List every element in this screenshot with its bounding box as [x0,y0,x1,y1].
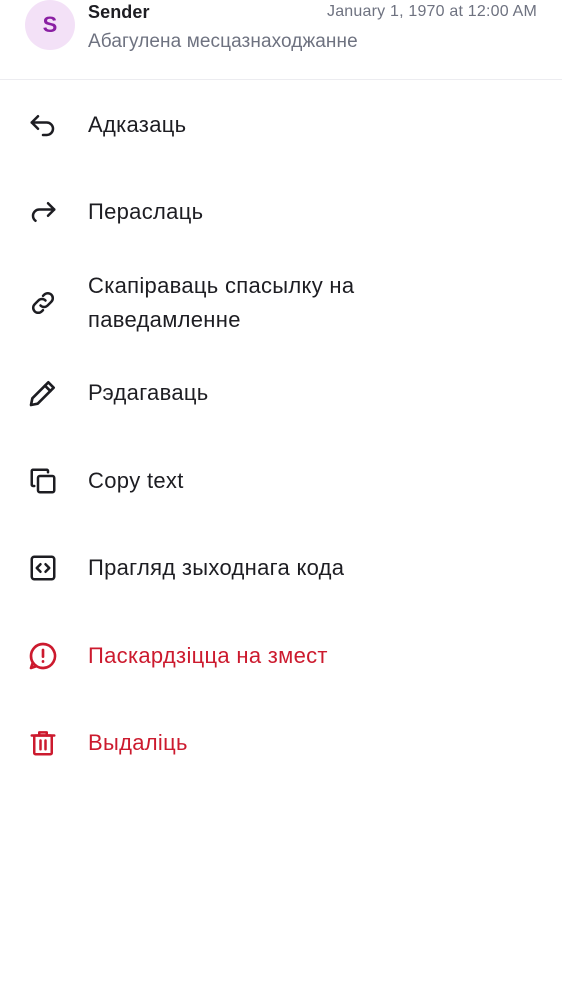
sender-name: Sender [88,2,150,22]
menu-label-copy-link: Скапіраваць спасылку на паведамленне [88,273,355,332]
pencil-icon [26,376,60,410]
menu-item-forward[interactable]: Пераслаць [0,195,562,229]
message-header: S Sender January 1, 1970 at 12:00 AM Аба… [0,0,562,80]
menu-item-reply[interactable]: Адказаць [0,108,562,142]
menu-label-delete: Выдаліць [88,730,188,755]
menu-label-copy-text: Copy text [88,468,184,493]
menu-item-view-source[interactable]: Прагляд зыходнага кода [0,551,562,585]
code-icon [26,551,60,585]
link-icon [26,286,60,320]
menu-label-forward: Пераслаць [88,199,204,224]
copy-icon [26,464,60,498]
menu-label-view-source: Прагляд зыходнага кода [88,555,345,580]
menu-item-copy-text[interactable]: Copy text [0,464,562,498]
trash-icon [26,726,60,760]
message-context-menu: S Sender January 1, 1970 at 12:00 AM Аба… [0,0,562,1000]
reply-icon [26,108,60,142]
forward-icon [26,195,60,229]
message-timestamp: January 1, 1970 at 12:00 AM [327,3,537,20]
menu-item-edit[interactable]: Рэдагаваць [0,376,562,410]
avatar: S [25,0,75,50]
menu-label-report: Паскардзіцца на змест [88,643,328,668]
menu-item-copy-link[interactable]: Скапіраваць спасылку на паведамленне [0,269,562,337]
menu-item-delete[interactable]: Выдаліць [0,726,562,760]
menu-label-reply: Адказаць [88,112,187,137]
menu-label-edit: Рэдагаваць [88,380,209,405]
menu-item-report[interactable]: Паскардзіцца на змест [0,639,562,673]
message-preview: Абагулена месцазнаходжанне [88,31,358,52]
report-icon [26,639,60,673]
